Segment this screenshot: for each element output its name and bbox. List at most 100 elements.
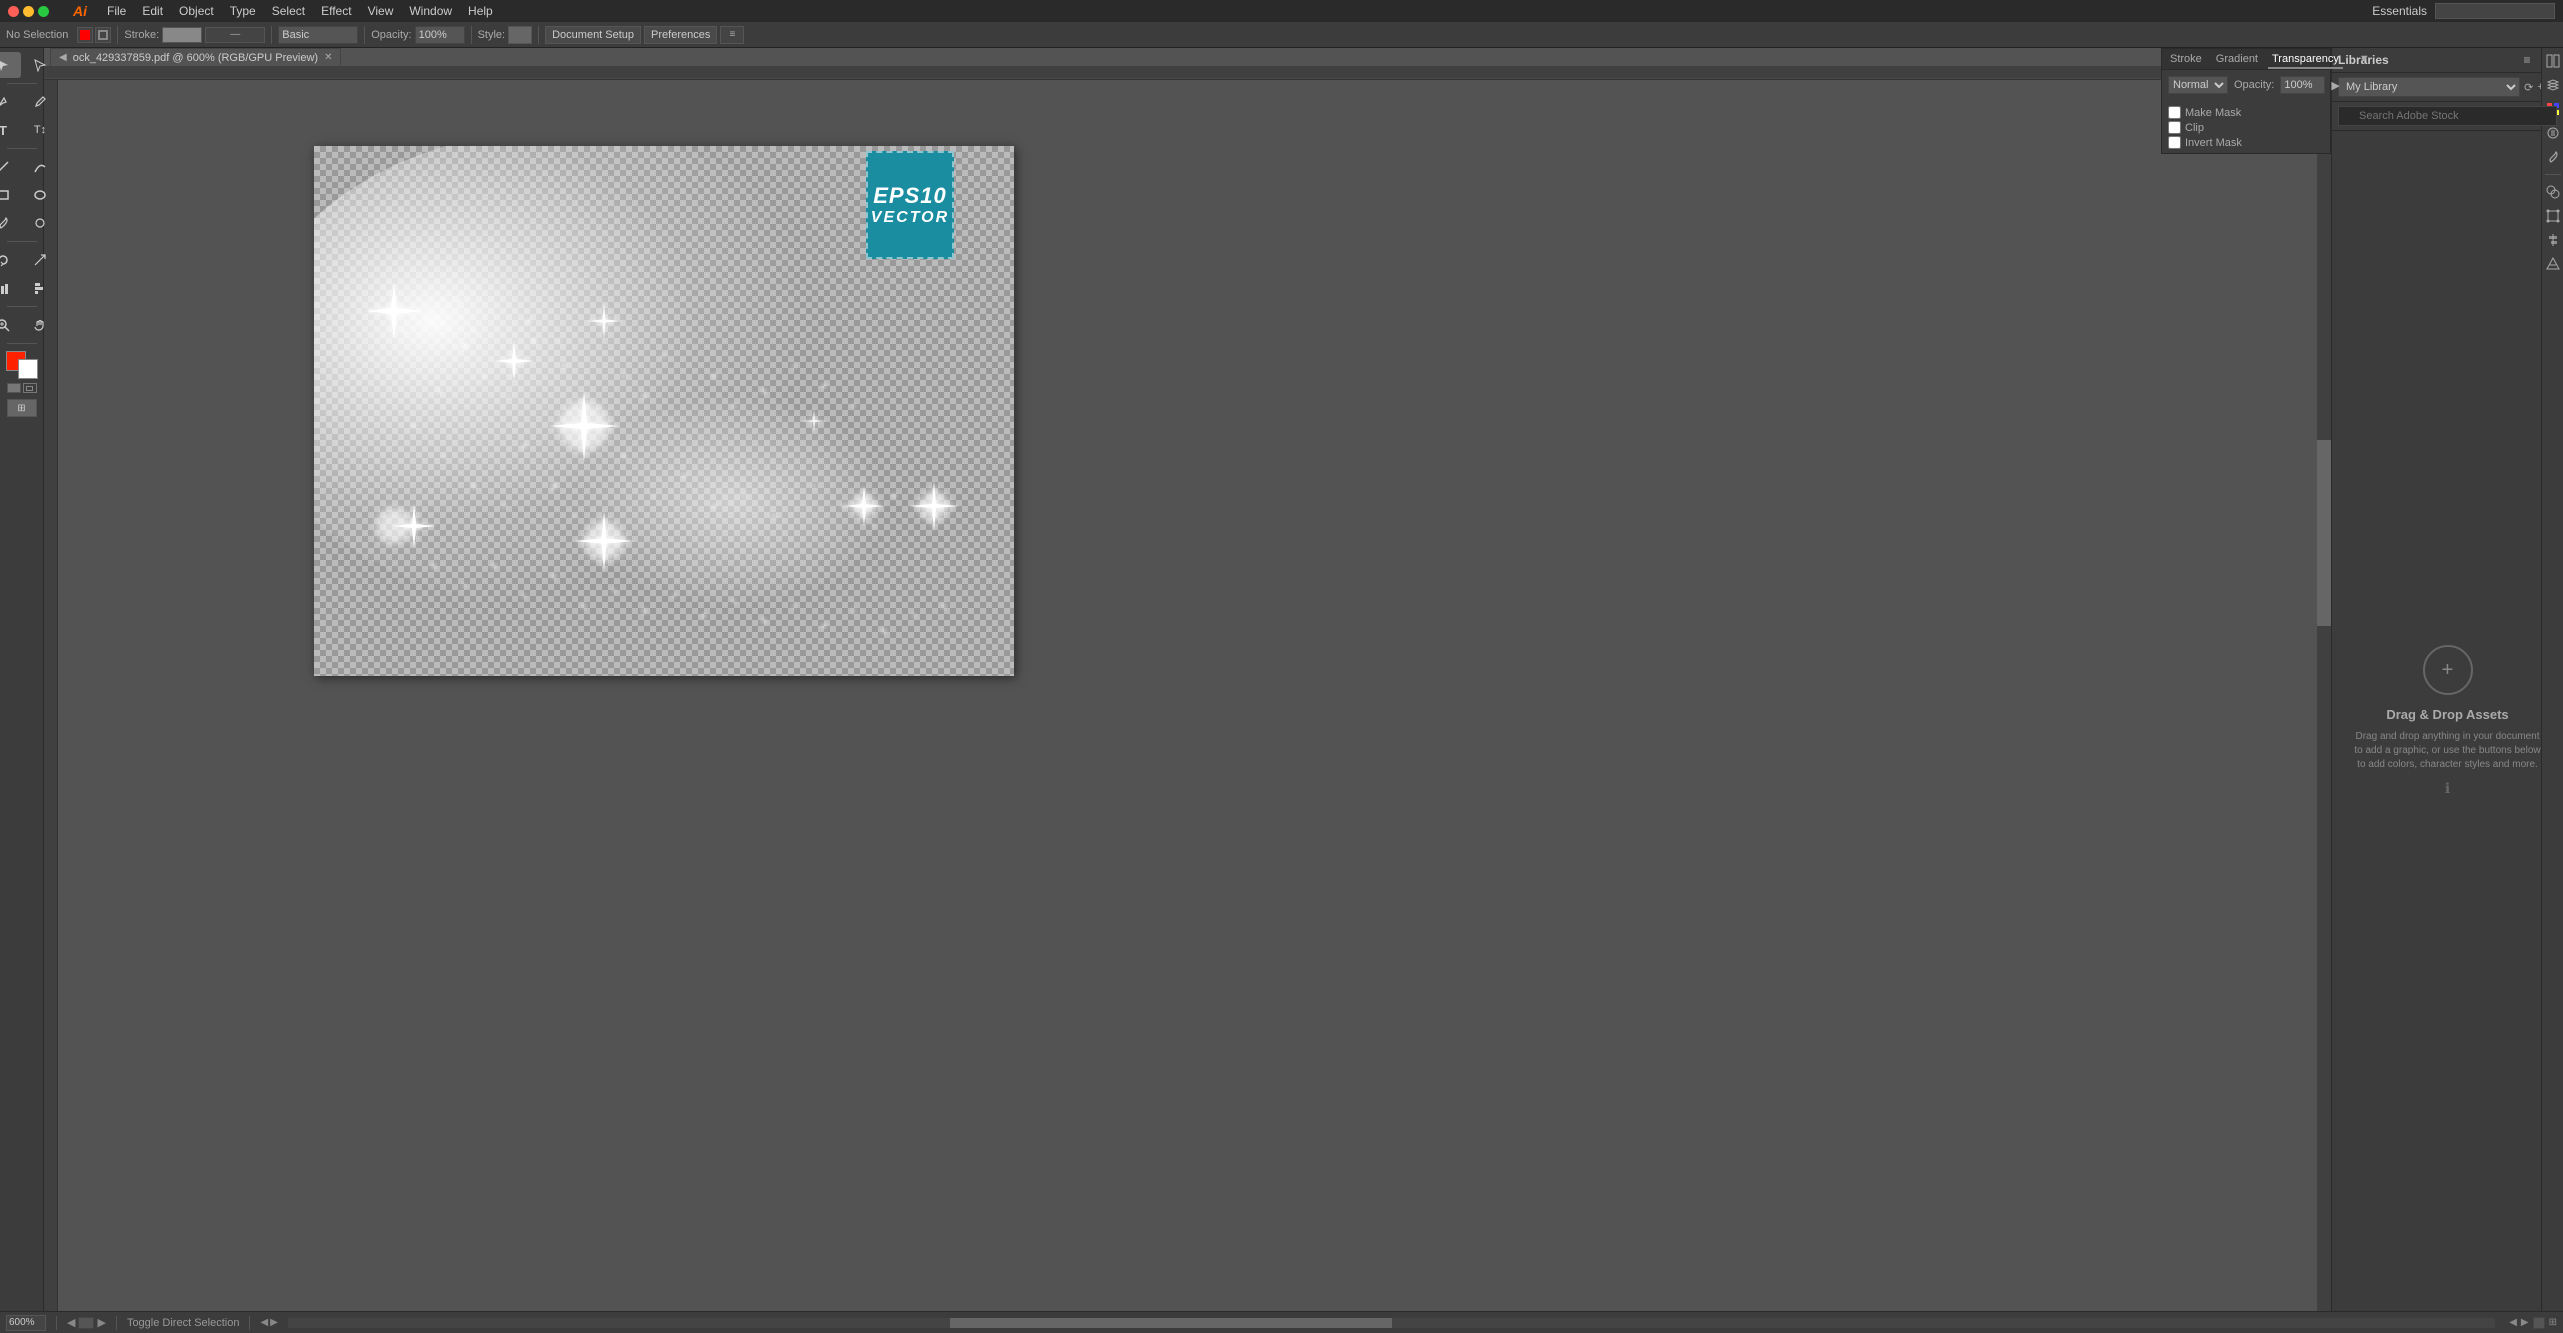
rotate-tool[interactable] [0,247,21,273]
opacity-input[interactable] [415,26,465,44]
doc-tab[interactable]: ◀ ock_429337859.pdf @ 600% (RGB/GPU Prev… [50,48,341,66]
selection-tool[interactable] [0,52,21,78]
zoom-input[interactable] [6,1315,46,1331]
menu-view[interactable]: View [368,4,394,18]
sgt-collapse-btn[interactable]: ▼ [2355,51,2374,69]
ai-logo: Ai [73,3,87,19]
panel-icon-strip [2541,48,2563,1311]
stroke-indicator[interactable] [95,27,111,43]
opacity-input-sgt[interactable] [2280,76,2325,94]
library-selector[interactable]: My Library [2338,77,2520,97]
menu-edit[interactable]: Edit [142,4,163,18]
v-scroll-thumb[interactable] [2317,440,2331,627]
clip-row: Clip [2168,121,2324,134]
fill-indicator[interactable] [77,27,93,43]
normal-mode[interactable] [7,383,21,393]
essentials-search-input[interactable] [2435,3,2555,19]
sep1 [117,26,118,44]
next-artboard-btn[interactable]: ▶ [97,1316,105,1329]
sep5 [538,26,539,44]
pen-tool[interactable] [0,89,21,115]
sync-icon[interactable]: ⟳ [2524,81,2533,94]
close-button[interactable] [8,6,19,17]
line-tools [0,154,58,180]
gradient-tab[interactable]: Gradient [2212,51,2262,69]
nav-right-btn[interactable]: ▶ [2521,1317,2529,1328]
symbols-icon[interactable] [2544,124,2562,142]
stroke-tab[interactable]: Stroke [2166,51,2206,69]
nav-left-btn[interactable]: ◀ [2509,1317,2517,1328]
ellipse-tool[interactable] [22,182,58,208]
h-scrollbar[interactable] [288,1318,2495,1328]
blob-brush-tool[interactable] [22,210,58,236]
layers-icon[interactable] [2544,76,2562,94]
hand-tool[interactable] [22,312,58,338]
zoom-tool[interactable] [0,312,21,338]
divider1 [7,83,37,84]
grid-view-btn[interactable]: ⊞ [2549,1317,2557,1328]
bar-graph-tool[interactable] [22,275,58,301]
brushes-icon[interactable] [2544,148,2562,166]
stroke-color-box[interactable] [162,27,202,43]
arc-tool[interactable] [22,154,58,180]
v-scrollbar[interactable] [2317,66,2331,1311]
make-mask-checkbox[interactable] [2168,106,2181,119]
menu-select[interactable]: Select [272,4,305,18]
prev-artboard-btn[interactable]: ◀ [67,1316,75,1329]
divider5 [7,343,37,344]
window-controls [8,6,49,17]
screen-mode-btn[interactable]: ⊞ [7,399,37,417]
menu-type[interactable]: Type [230,4,256,18]
color-guide-icon[interactable] [2544,255,2562,273]
blend-mode-select[interactable]: Normal Multiply Screen Overlay [2168,76,2228,94]
search-input[interactable] [2338,106,2557,126]
sgt-expand-btn[interactable]: ▶ [2331,79,2339,92]
blend-mode-row: Normal Multiply Screen Overlay Opacity: … [2168,76,2324,94]
menu-file[interactable]: File [107,4,126,18]
h-scroll-thumb[interactable] [950,1318,1391,1328]
no-selection-label: No Selection [6,29,68,41]
clip-checkbox[interactable] [2168,121,2181,134]
scale-tool[interactable] [22,247,58,273]
menu-object[interactable]: Object [179,4,214,18]
drag-drop-info-icon[interactable]: ℹ [2445,780,2450,797]
bottom-right-controls: ◀ ▶ ⊞ [2509,1317,2557,1329]
sep3 [364,26,365,44]
doc-tab-title: ock_429337859.pdf @ 600% (RGB/GPU Previe… [73,52,318,64]
menu-window[interactable]: Window [409,4,452,18]
pencil-tool[interactable] [22,89,58,115]
search-bar: 🔍 [2332,102,2563,131]
preferences-btn[interactable]: Preferences [644,26,717,44]
draw-inside-mode[interactable] [23,383,37,393]
document-setup-btn[interactable]: Document Setup [545,26,641,44]
type-tool[interactable]: T [0,117,21,143]
minimize-button[interactable] [23,6,34,17]
stroke-color[interactable] [18,359,38,379]
drag-drop-title: Drag & Drop Assets [2386,707,2508,722]
transparency-tab[interactable]: Transparency [2268,51,2343,69]
type-touch-tool[interactable]: T↕ [22,117,58,143]
maximize-button[interactable] [38,6,49,17]
paint-brush-tool[interactable] [0,210,21,236]
menu-effect[interactable]: Effect [321,4,351,18]
align-icon[interactable] [2544,231,2562,249]
status-sep1 [56,1316,57,1330]
rect-tool[interactable] [0,182,21,208]
stroke-weight-box: — [205,27,265,43]
transform-icon[interactable] [2544,207,2562,225]
scroll-right-btn[interactable]: ▶ [270,1317,278,1328]
stroke-preset-input[interactable] [278,26,358,44]
scroll-left-btn[interactable]: ◀ [260,1317,268,1328]
menu-help[interactable]: Help [468,4,493,18]
line-tool[interactable] [0,154,21,180]
pathfinder-icon[interactable] [2544,183,2562,201]
style-box[interactable] [508,26,532,44]
opacity-label: Opacity: [371,29,411,41]
libraries-icon[interactable] [2544,52,2562,70]
status-bar: ◀ ▶ Toggle Direct Selection ◀ ▶ ◀ ▶ ⊞ [0,1311,2563,1333]
more-options-btn[interactable]: ≡ [720,26,744,44]
style-label: Style: [478,29,506,41]
column-graph-tool[interactable] [0,275,21,301]
invert-mask-checkbox[interactable] [2168,136,2181,149]
panel-menu-btn[interactable]: ≡ [2519,52,2535,68]
